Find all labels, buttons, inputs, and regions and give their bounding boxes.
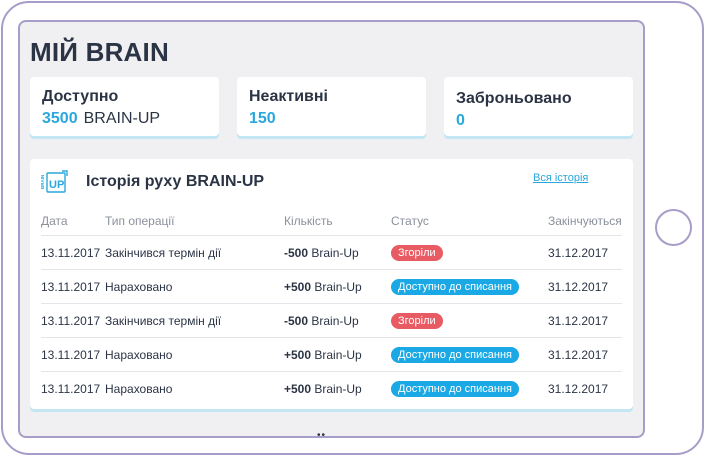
row-amount: +500 Brain-Up (284, 269, 391, 304)
row-expires: 31.12.2017 (548, 303, 622, 338)
row-date: 13.11.2017 (41, 303, 105, 338)
row-type: Нараховано (105, 381, 173, 396)
column-header-expires: Закінчуються (548, 207, 622, 236)
brain-up-logo-icon: BRAIN UP (40, 170, 68, 193)
stat-value-inactive: 150 (249, 110, 276, 127)
history-title: Історія руху BRAIN-UP (86, 173, 265, 190)
row-amount-unit: Brain-Up (311, 313, 359, 328)
scroll-dots-icon: •• (317, 430, 327, 438)
status-badge: Згоріли (391, 312, 443, 329)
status-badge: Доступно до списання (391, 380, 519, 397)
stat-card-reserved: Заброньовано 0 (444, 77, 633, 136)
stat-unit-available: BRAIN-UP (83, 110, 161, 127)
all-history-link[interactable]: Вся історія (533, 172, 588, 184)
history-header: BRAIN UP Історія руху BRAIN-UP Вся істор… (30, 159, 633, 203)
row-amount: -500 Brain-Up (284, 235, 391, 270)
column-header-amount: Кількість (284, 207, 391, 236)
table-row: 13.11.2017 Нараховано +500 Brain-Up Дост… (41, 337, 622, 372)
row-date: 13.11.2017 (41, 235, 105, 270)
row-amount-unit: Brain-Up (314, 279, 362, 294)
row-status: Доступно до списання (391, 269, 548, 304)
row-type: Нараховано (105, 269, 284, 304)
column-header-status: Статус (391, 207, 548, 236)
status-badge: Доступно до списання (391, 278, 519, 295)
column-header-type: Тип операції (105, 207, 284, 236)
history-panel: BRAIN UP Історія руху BRAIN-UP Вся істор… (30, 159, 633, 409)
page-title: МІЙ BRAIN (30, 37, 169, 67)
status-badge: Згоріли (391, 244, 443, 261)
svg-text:UP: UP (49, 179, 64, 191)
table-row: 13.11.2017 Нараховано +500 Brain-Up Дост… (41, 372, 622, 406)
home-button[interactable] (655, 209, 692, 246)
row-amount: -500 Brain-Up (284, 303, 391, 338)
row-amount-value: -500 (284, 245, 309, 260)
table-header-row: Дата Тип операції Кількість Статус Закін… (41, 207, 622, 236)
stat-label-reserved: Заброньовано (456, 90, 572, 107)
table-row: 13.11.2017 Закінчився термін дії -500 Br… (41, 303, 622, 338)
stat-card-available: Доступно 3500 BRAIN-UP (30, 77, 219, 136)
column-header-date: Дата (41, 207, 105, 236)
row-amount-value: +500 (284, 279, 312, 294)
row-expires: 31.12.2017 (548, 269, 622, 304)
row-type: Закінчився термін дії (105, 235, 284, 270)
row-amount-unit: Brain-Up (311, 245, 359, 260)
stat-number-available: 3500 (42, 110, 78, 127)
table-row: 13.11.2017 Закінчився термін дії -500 Br… (41, 235, 622, 270)
stat-label-inactive: Неактивні (249, 88, 328, 105)
table-row: 13.11.2017 Нараховано +500 Brain-Up Дост… (41, 269, 622, 304)
stat-value-reserved: 0 (456, 112, 465, 129)
row-amount: +500 Brain-Up (284, 337, 391, 372)
row-date: 13.11.2017 (41, 337, 105, 372)
row-amount-unit: Brain-Up (314, 381, 362, 396)
row-amount-value: +500 (284, 347, 312, 362)
status-badge: Доступно до списання (391, 346, 519, 363)
row-type: Закінчився термін дії (105, 303, 284, 338)
row-amount: +500 Brain-Up (284, 372, 391, 406)
row-expires: 31.12.2017 (548, 337, 622, 372)
row-amount-value: +500 (284, 381, 312, 396)
row-status: Згоріли (391, 235, 548, 270)
stat-label-available: Доступно (42, 88, 119, 105)
row-expires: 31.12.2017 (548, 381, 609, 396)
row-type: Нараховано (105, 337, 284, 372)
row-status: Доступно до списання (391, 337, 548, 372)
stat-value-available: 3500 BRAIN-UP (42, 110, 160, 128)
screen: МІЙ BRAIN Доступно 3500 BRAIN-UP Неактивн… (18, 20, 645, 438)
row-expires: 31.12.2017 (548, 235, 622, 270)
row-date: 13.11.2017 (41, 381, 101, 396)
stat-card-inactive: Неактивні 150 (237, 77, 426, 136)
history-table: Дата Тип операції Кількість Статус Закін… (41, 207, 622, 405)
row-amount-unit: Brain-Up (314, 347, 362, 362)
row-status: Доступно до списання (391, 372, 548, 406)
svg-text:BRAIN: BRAIN (40, 175, 45, 189)
row-amount-value: -500 (284, 313, 309, 328)
row-date: 13.11.2017 (41, 269, 105, 304)
row-status: Згоріли (391, 303, 548, 338)
